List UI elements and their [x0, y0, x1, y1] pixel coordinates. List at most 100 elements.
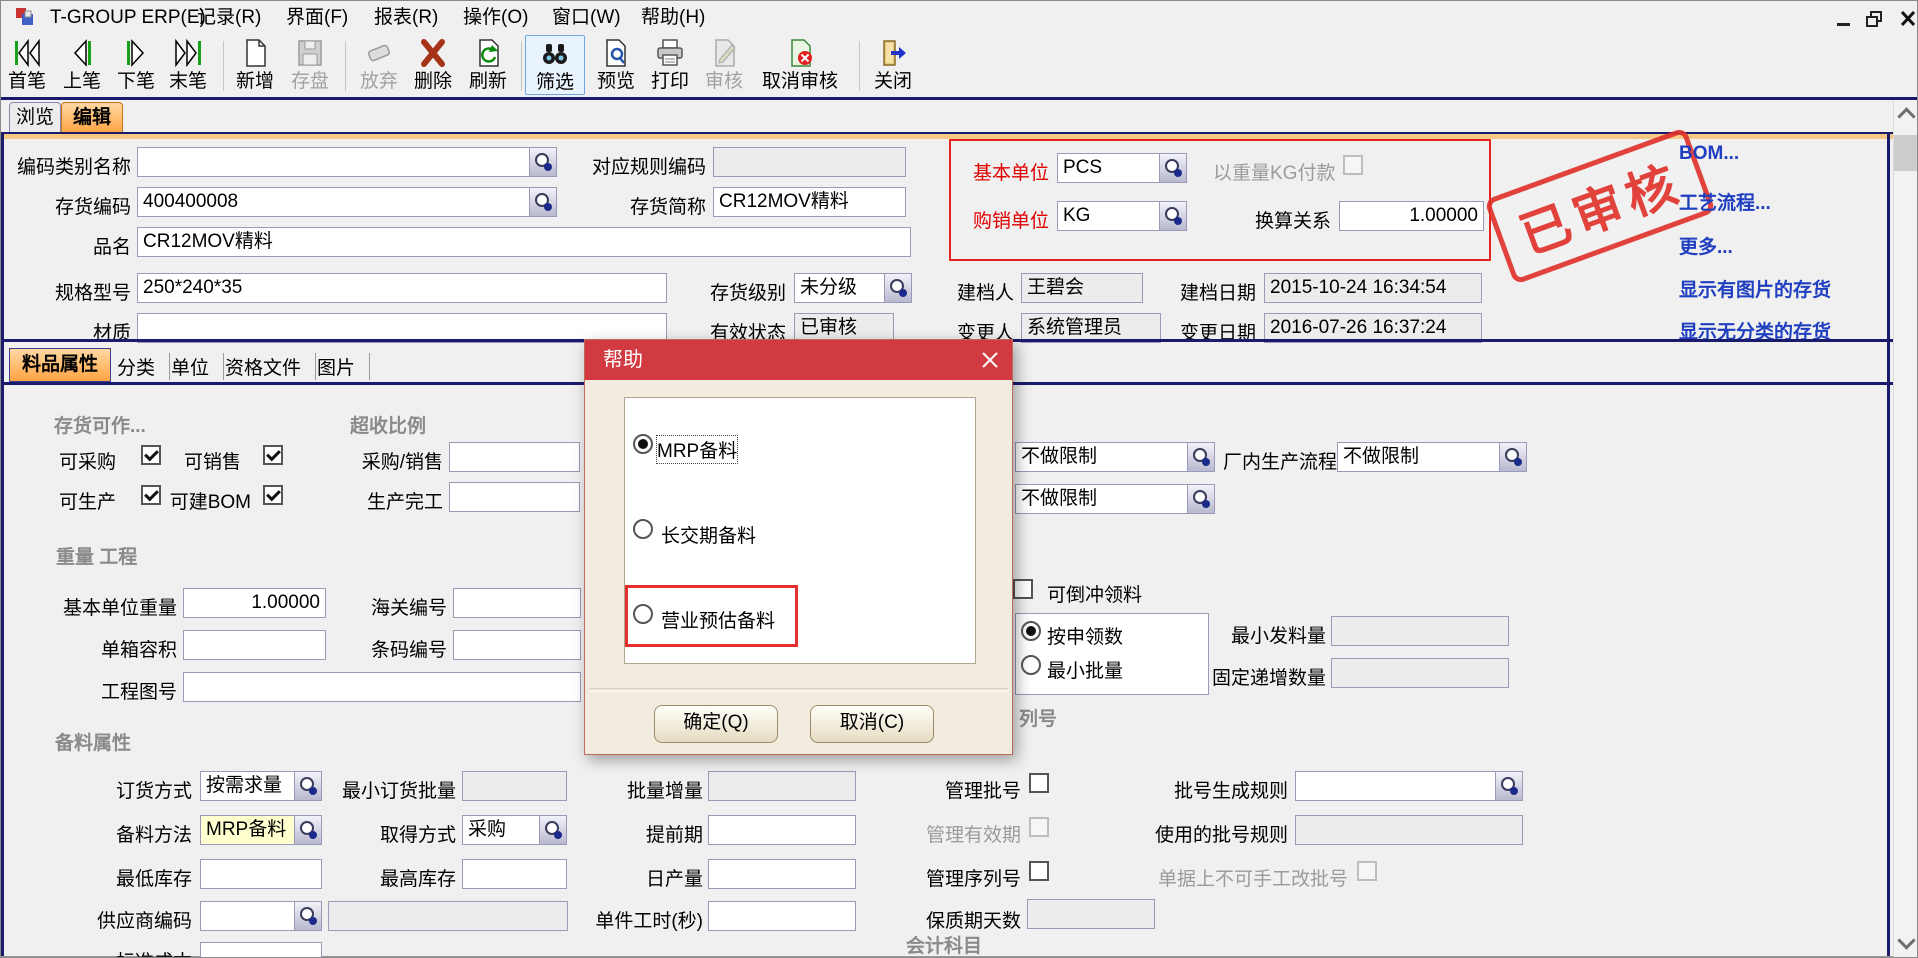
scroll-down-button[interactable]	[1893, 925, 1918, 955]
restore-button[interactable]	[1863, 9, 1885, 29]
factory-flow-field[interactable]: 不做限制	[1337, 442, 1527, 472]
menu-report[interactable]: 报表(R)	[374, 5, 438, 31]
menu-tgroup-erp[interactable]: T-GROUP ERP(E)	[50, 5, 206, 31]
dialog-close-icon[interactable]	[980, 350, 1000, 370]
drawing-field[interactable]	[183, 672, 581, 702]
supplier-field[interactable]	[200, 901, 322, 931]
barcode-field[interactable]	[453, 630, 581, 660]
link-show-with-image[interactable]: 显示有图片的存货	[1679, 275, 1831, 302]
menu-help[interactable]: 帮助(H)	[641, 5, 705, 31]
creator-label: 建档人	[886, 278, 1014, 305]
tab-edit[interactable]: 编辑	[61, 102, 123, 133]
toolbar-next-button[interactable]: 下笔	[110, 37, 162, 93]
lookup-icon[interactable]	[1187, 485, 1214, 513]
menu-operate[interactable]: 操作(O)	[463, 5, 528, 31]
lookup-icon[interactable]	[1499, 443, 1526, 471]
help-dialog-titlebar[interactable]: 帮助	[585, 340, 1012, 380]
toolbar-first-button[interactable]: 首笔	[1, 37, 53, 93]
acquire-field[interactable]: 采购	[462, 815, 567, 845]
menu-record[interactable]: 记录(R)	[197, 5, 261, 31]
base-unit-field[interactable]: PCS	[1057, 153, 1187, 183]
toolbar-preview-button[interactable]: 预览	[590, 37, 642, 93]
link-more[interactable]: 更多...	[1679, 232, 1733, 259]
trade-unit-field[interactable]: KG	[1057, 201, 1187, 231]
mrp-stock-radio[interactable]	[633, 434, 653, 454]
lead-time-field[interactable]	[708, 815, 856, 845]
std-cost-field[interactable]	[200, 942, 322, 958]
scroll-up-button[interactable]	[1893, 101, 1918, 131]
toolbar-prev-button[interactable]: 上笔	[56, 37, 108, 93]
prod-finish-field[interactable]	[449, 482, 580, 512]
toolbar-close-button[interactable]: 关闭	[867, 37, 919, 93]
sellable-checkbox[interactable]	[263, 445, 283, 465]
long-leadtime-radio[interactable]	[633, 519, 653, 539]
toolbar-refresh-button[interactable]: 刷新	[462, 37, 514, 93]
batch-inc-field	[708, 771, 856, 801]
min-stock-field[interactable]	[200, 859, 322, 889]
toolbar-delete-button[interactable]: 删除	[407, 37, 459, 93]
spec-field[interactable]: 250*240*35	[137, 273, 667, 303]
order-method-field[interactable]: 按需求量	[200, 771, 322, 801]
prod-name-field[interactable]: CR12MOV精料	[137, 227, 911, 257]
min-batch-radio[interactable]	[1021, 655, 1041, 675]
factory-flow-label: 厂内生产流程	[1223, 447, 1337, 474]
scrollbar-thumb[interactable]	[1894, 135, 1918, 171]
stock-method-label: 备料方法	[96, 820, 192, 847]
tab-units[interactable]: 单位	[171, 353, 224, 380]
limit-a-field[interactable]: 不做限制	[1015, 442, 1215, 472]
customs-field[interactable]	[453, 588, 581, 618]
lookup-icon[interactable]	[294, 902, 321, 930]
tab-qualification-files[interactable]: 资格文件	[225, 353, 316, 380]
stock-method-field[interactable]: MRP备料	[200, 815, 322, 845]
toolbar-filter-button[interactable]: 筛选	[525, 35, 585, 95]
unit-hours-field[interactable]	[708, 901, 856, 931]
limit-b-field[interactable]: 不做限制	[1015, 484, 1215, 514]
mrp-stock-label[interactable]: MRP备料	[657, 436, 737, 463]
toolbar-cancel-audit-button[interactable]: 取消审核	[752, 37, 848, 93]
lookup-icon[interactable]	[539, 816, 566, 844]
lookup-icon[interactable]	[294, 816, 321, 844]
tab-browse[interactable]: 浏览	[9, 102, 61, 133]
lookup-icon[interactable]	[529, 188, 556, 216]
long-leadtime-label[interactable]: 长交期备料	[661, 521, 756, 548]
inv-code-field[interactable]: 400400008	[137, 187, 557, 217]
max-stock-field[interactable]	[462, 859, 567, 889]
lookup-icon[interactable]	[294, 772, 321, 800]
can-bom-checkbox[interactable]	[263, 485, 283, 505]
lookup-icon[interactable]	[1159, 154, 1186, 182]
link-bom[interactable]: BOM...	[1679, 143, 1739, 165]
inv-abbr-label: 存货简称	[561, 192, 706, 219]
producible-label: 可生产	[31, 487, 116, 514]
cancel-button[interactable]: 取消(C)	[810, 705, 934, 743]
conversion-field[interactable]: 1.00000	[1339, 201, 1484, 231]
by-request-radio[interactable]	[1021, 621, 1041, 641]
inv-abbr-field[interactable]: CR12MOV精料	[713, 187, 906, 217]
purchasable-checkbox[interactable]	[141, 445, 161, 465]
lookup-icon[interactable]	[1187, 443, 1214, 471]
lookup-icon[interactable]	[1495, 772, 1522, 800]
toolbar-last-button[interactable]: 末笔	[162, 37, 214, 93]
tab-pictures[interactable]: 图片	[317, 353, 370, 380]
batch-rule-field[interactable]	[1295, 771, 1523, 801]
menu-interface[interactable]: 界面(F)	[286, 5, 348, 31]
lookup-icon[interactable]	[529, 148, 556, 176]
link-process-flow[interactable]: 工艺流程...	[1679, 188, 1771, 215]
manage-batch-checkbox[interactable]	[1029, 773, 1049, 793]
purchase-sale-field[interactable]	[449, 442, 580, 472]
daily-output-field[interactable]	[708, 859, 856, 889]
menu-window[interactable]: 窗口(W)	[552, 5, 621, 31]
lookup-icon[interactable]	[1159, 202, 1186, 230]
base-weight-field[interactable]: 1.00000	[183, 588, 326, 618]
vertical-scrollbar[interactable]	[1893, 101, 1918, 958]
minimize-button[interactable]	[1833, 9, 1855, 29]
backflush-checkbox[interactable]	[1013, 579, 1033, 599]
toolbar-print-button[interactable]: 打印	[644, 37, 696, 93]
toolbar-new-button[interactable]: 新增	[229, 37, 281, 93]
tab-classification[interactable]: 分类	[117, 353, 170, 380]
cat-name-field[interactable]	[137, 147, 557, 177]
tab-item-attributes[interactable]: 料品属性	[9, 348, 111, 382]
close-button[interactable]	[1897, 9, 1918, 29]
ok-button[interactable]: 确定(Q)	[654, 705, 778, 743]
manage-serial-checkbox[interactable]	[1029, 861, 1049, 881]
box-volume-field[interactable]	[183, 630, 326, 660]
